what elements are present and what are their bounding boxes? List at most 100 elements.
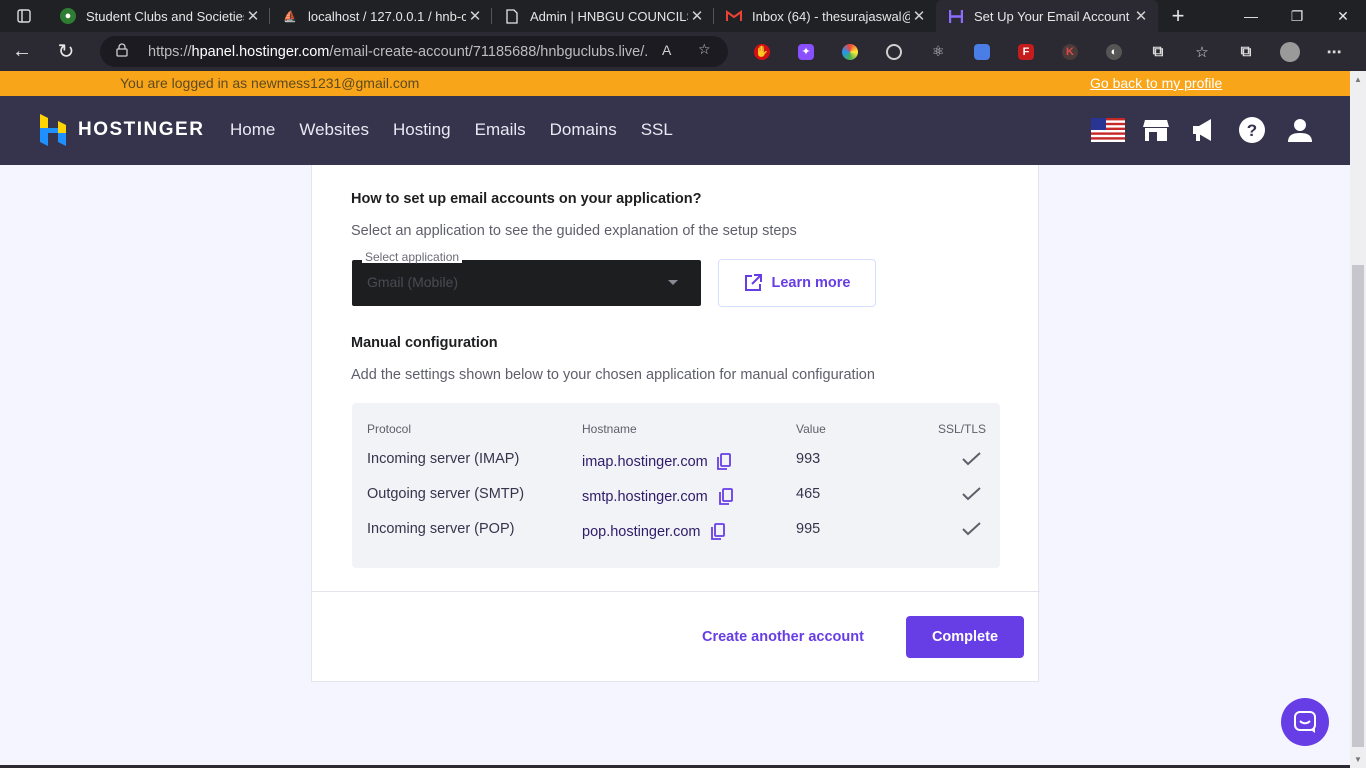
brand-name: HOSTINGER	[78, 119, 205, 140]
scroll-down-icon[interactable]: ▼	[1354, 755, 1362, 764]
gmail-icon	[726, 8, 742, 24]
manual-config-title: Manual configuration	[351, 335, 498, 351]
nav-home[interactable]: Home	[230, 120, 275, 140]
read-aloud-icon[interactable]: A	[662, 42, 671, 58]
tab-title: Set Up Your Email Account | H	[974, 8, 1132, 24]
column-header-protocol: Protocol	[367, 422, 412, 436]
protocol-cell: Incoming server (POP)	[367, 521, 515, 537]
protocol-cell: Incoming server (IMAP)	[367, 451, 520, 467]
copy-icon[interactable]	[717, 453, 731, 470]
browser-tab[interactable]: ● Student Clubs and Societies | ✕	[48, 0, 270, 32]
green-globe-icon: ●	[60, 8, 76, 24]
column-header-hostname: Hostname	[582, 422, 637, 436]
nav-domains[interactable]: Domains	[550, 120, 617, 140]
nav-emails[interactable]: Emails	[475, 120, 526, 140]
megaphone-icon[interactable]	[1180, 110, 1228, 150]
store-icon[interactable]	[1132, 110, 1180, 150]
browser-tab-active[interactable]: Set Up Your Email Account | H ✕	[936, 0, 1158, 32]
chat-support-button[interactable]	[1281, 698, 1329, 746]
address-bar[interactable]: https://hpanel.hostinger.com/email-creat…	[100, 36, 728, 67]
browser-toolbar: ← ↻ https://hpanel.hostinger.com/email-c…	[0, 32, 1366, 71]
hostname-cell: pop.hostinger.com	[582, 524, 701, 540]
extensions-puzzle-icon[interactable]: ⧉	[1136, 32, 1180, 71]
value-cell: 995	[796, 521, 821, 537]
login-notice-bar: You are logged in as newmess1231@gmail.c…	[0, 71, 1350, 96]
account-icon[interactable]	[1276, 110, 1324, 150]
close-tab-icon[interactable]: ✕	[910, 7, 928, 25]
hostinger-icon	[948, 8, 964, 24]
document-icon	[504, 8, 520, 24]
value-cell: 465	[796, 486, 821, 502]
help-icon[interactable]: ?	[1228, 110, 1276, 150]
copy-icon[interactable]	[711, 523, 725, 540]
browser-tab-bar: ● Student Clubs and Societies | ✕ ⛵ loca…	[0, 0, 1366, 32]
refresh-icon[interactable]: ↻	[44, 32, 88, 71]
svg-text:?: ?	[1247, 121, 1257, 140]
extension-target-icon[interactable]	[872, 32, 916, 71]
complete-button[interactable]: Complete	[906, 616, 1024, 658]
application-select[interactable]: Select application Gmail (Mobile)	[352, 251, 701, 306]
url-host: hpanel.hostinger.com	[191, 43, 330, 60]
extension-f-icon[interactable]: F	[1004, 32, 1048, 71]
extension-red-icon[interactable]: ✋	[740, 32, 784, 71]
nav-ssl[interactable]: SSL	[641, 120, 673, 140]
back-arrow-icon[interactable]: ←	[0, 32, 44, 71]
tab-actions-icon[interactable]	[0, 0, 48, 32]
scrollbar-thumb[interactable]	[1352, 265, 1364, 747]
header-icons: ?	[1084, 110, 1324, 150]
extension-doc-icon[interactable]	[960, 32, 1004, 71]
restore-icon[interactable]: ❐	[1274, 0, 1320, 32]
favorite-add-icon[interactable]: ☆	[698, 41, 711, 58]
hostname-cell: smtp.hostinger.com	[582, 489, 708, 505]
external-link-icon	[744, 274, 762, 292]
checkmark-icon	[962, 452, 981, 466]
protocol-cell: Outgoing server (SMTP)	[367, 486, 525, 502]
url-path: /email-create-account/71185688/hnbguclub…	[329, 43, 648, 60]
extension-dark-icon[interactable]: ◐	[1092, 32, 1136, 71]
browser-tab[interactable]: Admin | HNBGU COUNCILS & ✕	[492, 0, 714, 32]
value-cell: 993	[796, 451, 821, 467]
hostinger-logo[interactable]: HOSTINGER	[40, 114, 204, 146]
extension-color-wheel-icon[interactable]	[828, 32, 872, 71]
scroll-up-icon[interactable]: ▲	[1354, 75, 1362, 84]
close-tab-icon[interactable]: ✕	[244, 7, 262, 25]
extensions-bar: ✋ ✦ ⚛ F K ◐ ⧉ ☆ ⧉ ⋯	[740, 32, 1356, 71]
browser-tab[interactable]: ⛵ localhost / 127.0.0.1 / hnb-co ✕	[270, 0, 492, 32]
copy-icon[interactable]	[719, 488, 733, 505]
extension-react-icon[interactable]: ⚛	[916, 32, 960, 71]
collections-icon[interactable]: ⧉	[1224, 32, 1268, 71]
extension-purple-icon[interactable]: ✦	[784, 32, 828, 71]
tab-title: localhost / 127.0.0.1 / hnb-co	[308, 8, 466, 24]
setup-title: How to set up email accounts on your app…	[351, 191, 702, 207]
more-menu-icon[interactable]: ⋯	[1312, 32, 1356, 71]
setup-description: Select an application to see the guided …	[351, 223, 797, 239]
back-to-profile-link[interactable]: Go back to my profile	[1090, 75, 1222, 91]
footer-divider	[312, 591, 1040, 592]
nav-hosting[interactable]: Hosting	[393, 120, 451, 140]
checkmark-icon	[962, 487, 981, 501]
close-window-icon[interactable]: ✕	[1320, 0, 1366, 32]
browser-tab[interactable]: Inbox (64) - thesurajaswal@g ✕	[714, 0, 936, 32]
page-scrollbar[interactable]: ▲ ▼	[1350, 71, 1366, 768]
logged-in-text: You are logged in as newmess1231@gmail.c…	[120, 75, 420, 91]
favorites-icon[interactable]: ☆	[1180, 32, 1224, 71]
close-tab-icon[interactable]: ✕	[688, 7, 706, 25]
url-text: https://hpanel.hostinger.com/email-creat…	[148, 44, 648, 60]
hostname-cell: imap.hostinger.com	[582, 454, 708, 470]
phpmyadmin-icon: ⛵	[283, 10, 297, 23]
extension-k-icon[interactable]: K	[1048, 32, 1092, 71]
learn-more-button[interactable]: Learn more	[718, 259, 876, 307]
minimize-icon[interactable]: —	[1228, 0, 1274, 32]
us-flag-icon[interactable]	[1084, 110, 1132, 150]
chat-icon	[1294, 711, 1316, 733]
chevron-down-icon	[668, 280, 678, 285]
nav-websites[interactable]: Websites	[299, 120, 369, 140]
new-tab-icon[interactable]: +	[1158, 0, 1198, 32]
select-label: Select application	[362, 251, 463, 263]
profile-avatar-icon[interactable]	[1268, 32, 1312, 71]
select-value: Gmail (Mobile)	[367, 274, 459, 290]
close-tab-icon[interactable]: ✕	[1132, 7, 1150, 25]
close-tab-icon[interactable]: ✕	[466, 7, 484, 25]
create-another-account-button[interactable]: Create another account	[702, 629, 864, 645]
column-header-ssl: SSL/TLS	[938, 422, 987, 436]
